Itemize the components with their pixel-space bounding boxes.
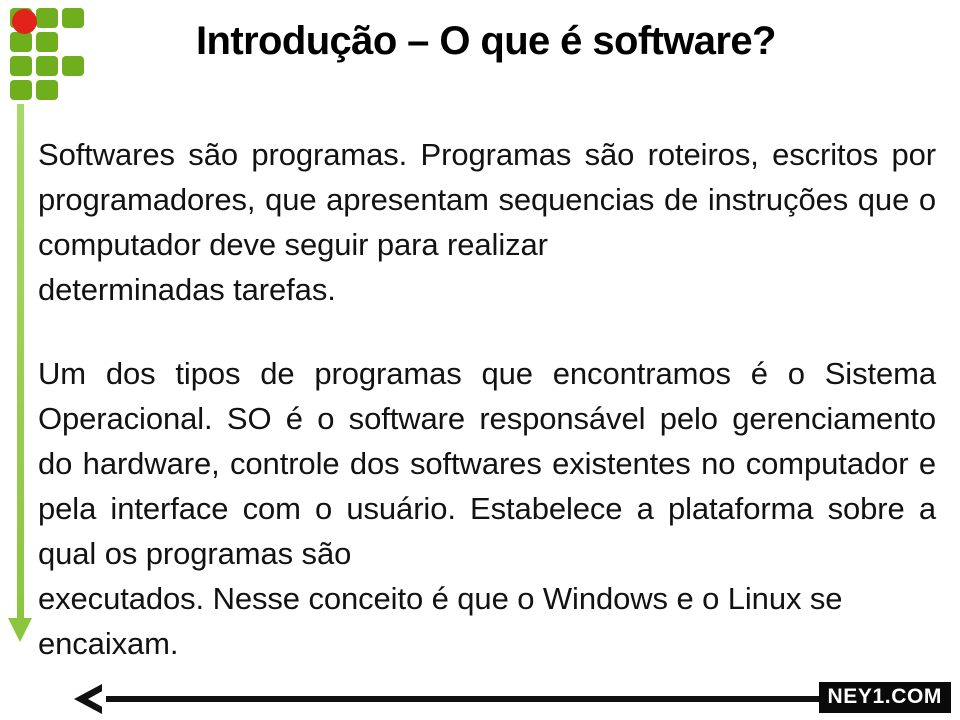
page-title: Introdução – O que é software? xyxy=(196,19,776,63)
watermark-badge: NEY1.COM xyxy=(818,682,951,713)
logo-red-dot-icon xyxy=(12,9,37,34)
logo-cell xyxy=(10,80,32,100)
logo-cell xyxy=(62,56,84,76)
bottom-arrow-shaft xyxy=(96,696,848,702)
slide-body: Softwares são programas. Programas são r… xyxy=(38,132,936,666)
logo-cell xyxy=(36,56,58,76)
logo-cell xyxy=(10,32,32,52)
slide-canvas: Introdução – O que é software? Softwares… xyxy=(0,0,960,720)
paragraph-2: Um dos tipos de programas que encontramo… xyxy=(38,351,936,666)
logo-cell xyxy=(36,32,58,52)
logo-cell xyxy=(36,80,58,100)
logo-cell xyxy=(10,56,32,76)
green-down-arrow-icon xyxy=(8,618,32,642)
paragraph-1-text: Softwares são programas. Programas são r… xyxy=(38,137,936,262)
logo-cell xyxy=(62,8,84,28)
paragraph-1-tail: determinadas tarefas. xyxy=(38,272,336,307)
if-institute-logo xyxy=(8,6,94,102)
paragraph-2-text: Um dos tipos de programas que encontramo… xyxy=(38,356,936,571)
paragraph-2-tail: executados. Nesse conceito é que o Windo… xyxy=(38,581,843,661)
logo-cell xyxy=(36,8,58,28)
green-vertical-rail xyxy=(17,104,24,622)
bottom-left-arrow-notch xyxy=(88,689,106,709)
paragraph-1: Softwares são programas. Programas são r… xyxy=(38,132,936,312)
